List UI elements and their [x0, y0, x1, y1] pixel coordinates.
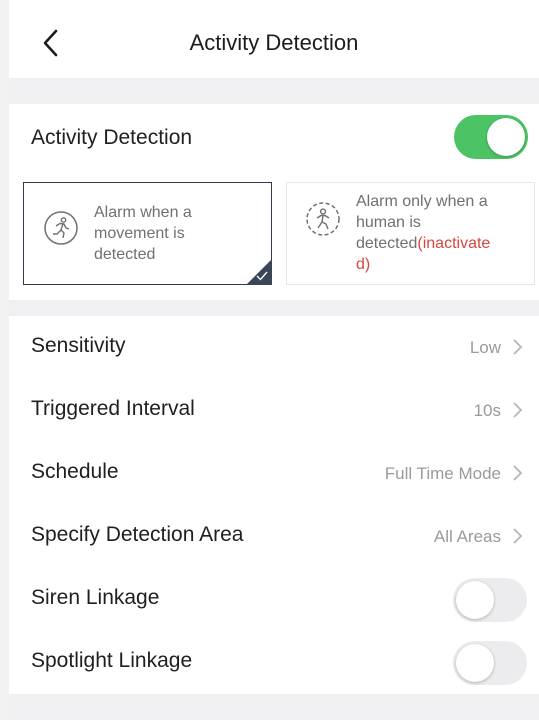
left-edge	[0, 0, 9, 720]
inactivated-label: (inactivate	[417, 235, 491, 252]
bottom-spacer	[9, 694, 539, 720]
section-divider	[9, 78, 539, 104]
sensitivity-label: Sensitivity	[31, 334, 126, 357]
triggered-interval-value: 10s	[473, 401, 501, 420]
siren-linkage-label: Siren Linkage	[31, 586, 160, 609]
detection-area-label: Specify Detection Area	[31, 523, 244, 546]
siren-linkage-toggle[interactable]	[453, 578, 527, 622]
human-detect-icon	[306, 202, 340, 236]
mode-card-human[interactable]: Alarm only when a human is detected(inac…	[286, 182, 535, 285]
activity-detection-label: Activity Detection	[31, 126, 193, 149]
spotlight-linkage-toggle[interactable]	[453, 641, 527, 685]
mode-movement-text: Alarm when a movement is detected	[94, 204, 192, 263]
checkmark-icon	[256, 271, 268, 281]
chevron-right-icon	[513, 465, 523, 481]
sensitivity-value: Low	[469, 338, 501, 357]
siren-linkage-row: Siren Linkage	[9, 568, 539, 631]
detection-area-row[interactable]: Specify Detection Area All Areas	[9, 505, 539, 568]
detection-area-value: All Areas	[433, 527, 501, 546]
section-divider	[9, 300, 539, 316]
schedule-value: Full Time Mode	[384, 464, 501, 483]
mode-card-movement[interactable]: Alarm when a movement is detected	[23, 182, 272, 285]
nav-header: Activity Detection	[9, 0, 539, 78]
sensitivity-row[interactable]: Sensitivity Low	[9, 316, 539, 379]
spotlight-linkage-label: Spotlight Linkage	[31, 649, 193, 672]
chevron-right-icon	[513, 339, 523, 355]
toggle-knob	[456, 644, 494, 682]
triggered-interval-row[interactable]: Triggered Interval 10s	[9, 379, 539, 442]
settings-list: Sensitivity Low Triggered Interval 10s S…	[9, 316, 539, 694]
running-person-icon	[44, 211, 78, 245]
activity-detection-section: Activity Detection Alarm when a movement…	[9, 104, 539, 300]
chevron-right-icon	[513, 402, 523, 418]
chevron-right-icon	[513, 528, 523, 544]
schedule-row[interactable]: Schedule Full Time Mode	[9, 442, 539, 505]
activity-detection-toggle[interactable]	[454, 115, 528, 159]
triggered-interval-label: Triggered Interval	[31, 397, 195, 420]
toggle-knob	[487, 118, 525, 156]
mode-human-text: Alarm only when a human is detected(inac…	[356, 193, 491, 273]
schedule-label: Schedule	[31, 460, 119, 483]
toggle-knob	[456, 581, 494, 619]
page-title: Activity Detection	[189, 30, 359, 55]
spotlight-linkage-row: Spotlight Linkage	[9, 631, 539, 694]
